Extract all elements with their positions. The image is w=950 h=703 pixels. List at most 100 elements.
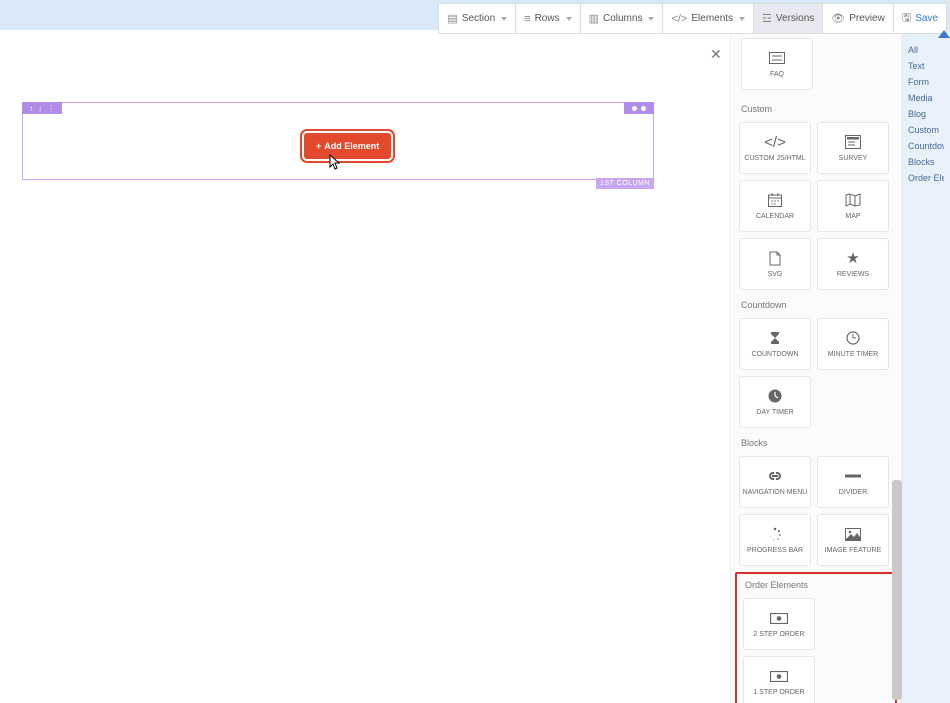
section-icon: ▤ xyxy=(447,12,457,25)
side-link-countdown[interactable]: Countdown xyxy=(908,138,944,154)
drag-icon: ⋮ xyxy=(47,104,55,113)
section-label: Section xyxy=(462,13,495,24)
image-icon xyxy=(845,525,861,543)
file-icon xyxy=(769,249,781,267)
elements-label: Elements xyxy=(691,13,733,24)
clock-icon xyxy=(846,329,860,347)
svg-tile[interactable]: SVG xyxy=(739,238,811,290)
divider-icon xyxy=(845,467,861,485)
rows-label: Rows xyxy=(535,13,560,24)
custom-js-tile[interactable]: </> CUSTOM JS/HTML xyxy=(739,122,811,174)
link-icon xyxy=(767,467,783,485)
scroll-up-indicator xyxy=(938,30,950,38)
map-icon xyxy=(845,191,861,209)
side-link-custom[interactable]: Custom xyxy=(908,122,944,138)
side-link-blog[interactable]: Blog xyxy=(908,106,944,122)
progress-bar-label: PROGRESS BAR xyxy=(747,547,803,555)
arrow-up-icon: ↑ xyxy=(29,104,33,113)
category-sidebar: All Text Form Media Blog Custom Countdow… xyxy=(902,30,950,703)
side-link-media[interactable]: Media xyxy=(908,90,944,106)
calendar-label: CALENDAR xyxy=(756,213,794,221)
faq-label: FAQ xyxy=(770,71,784,79)
day-timer-tile[interactable]: DAY TIMER xyxy=(739,376,811,428)
versions-button[interactable]: ☲ Versions xyxy=(753,3,823,34)
section-handle-right[interactable] xyxy=(624,102,654,114)
minute-timer-tile[interactable]: MINUTE TIMER xyxy=(817,318,889,370)
custom-category-label: Custom xyxy=(741,104,891,114)
custom-js-label: CUSTOM JS/HTML xyxy=(744,155,805,163)
arrow-down-icon: ↓ xyxy=(38,104,42,113)
side-link-blocks[interactable]: Blocks xyxy=(908,154,944,170)
plus-icon: + xyxy=(316,141,321,151)
divider-tile[interactable]: DIVIDER xyxy=(817,456,889,508)
add-element-wrapper: +Add Element xyxy=(304,133,391,159)
save-icon: 🖫 xyxy=(902,9,911,28)
dot-icon xyxy=(641,106,646,111)
two-step-order-tile[interactable]: 2 STEP ORDER xyxy=(743,598,815,650)
divider-label: DIVIDER xyxy=(839,489,867,497)
nav-menu-tile[interactable]: NAVIGATION MENU xyxy=(739,456,811,508)
survey-label: SURVEY xyxy=(839,155,868,163)
order-category-label: Order Elements xyxy=(745,580,887,590)
columns-label: Columns xyxy=(603,13,642,24)
hourglass-icon xyxy=(770,329,780,347)
progress-bar-tile[interactable]: PROGRESS BAR xyxy=(739,514,811,566)
star-icon: ★ xyxy=(846,249,859,267)
two-step-label: 2 STEP ORDER xyxy=(753,631,804,639)
elements-button[interactable]: </> Elements xyxy=(662,3,754,34)
side-link-text[interactable]: Text xyxy=(908,58,944,74)
save-label: Save xyxy=(915,13,938,24)
code-icon: </> xyxy=(764,133,786,151)
countdown-category-label: Countdown xyxy=(741,300,891,310)
side-link-order[interactable]: Order Elements xyxy=(908,170,944,186)
add-element-button[interactable]: +Add Element xyxy=(304,133,391,159)
nav-menu-label: NAVIGATION MENU xyxy=(743,489,808,497)
calendar-icon xyxy=(768,191,782,209)
side-link-all[interactable]: All xyxy=(908,42,944,58)
day-timer-label: DAY TIMER xyxy=(756,409,793,417)
cursor-icon xyxy=(326,154,342,172)
preview-label: Preview xyxy=(849,13,885,24)
rows-button[interactable]: ≡Rows xyxy=(515,3,580,34)
versions-label: Versions xyxy=(776,13,814,24)
close-panel-button[interactable]: ✕ xyxy=(710,46,722,63)
add-element-label: Add Element xyxy=(324,141,379,151)
one-step-label: 1 STEP ORDER xyxy=(753,689,804,697)
section-button[interactable]: ▤ Section xyxy=(438,3,516,34)
faq-icon xyxy=(769,49,785,67)
elements-icon: </> xyxy=(671,13,687,25)
column-label: 1ST COLUMN xyxy=(596,178,654,189)
blocks-category-label: Blocks xyxy=(741,438,891,448)
reviews-label: REVIEWS xyxy=(837,271,869,279)
side-link-form[interactable]: Form xyxy=(908,74,944,90)
money-icon xyxy=(770,609,788,627)
map-tile[interactable]: MAP xyxy=(817,180,889,232)
countdown-tile[interactable]: COUNTDOWN xyxy=(739,318,811,370)
image-feature-tile[interactable]: IMAGE FEATURE xyxy=(817,514,889,566)
image-feature-label: IMAGE FEATURE xyxy=(825,547,882,555)
preview-icon: 👁 xyxy=(831,12,845,25)
versions-icon: ☲ xyxy=(762,12,772,25)
columns-icon: ▥ xyxy=(589,12,599,25)
one-step-order-tile[interactable]: 1 STEP ORDER xyxy=(743,656,815,703)
minute-timer-label: MINUTE TIMER xyxy=(828,351,878,359)
section-handle-left[interactable]: ↑ ↓ ⋮ xyxy=(22,102,62,114)
survey-icon xyxy=(845,133,861,151)
map-label: MAP xyxy=(845,213,860,221)
dot-icon xyxy=(632,106,637,111)
loading-icon xyxy=(768,525,782,543)
money-icon xyxy=(770,667,788,685)
reviews-tile[interactable]: ★ REVIEWS xyxy=(817,238,889,290)
calendar-tile[interactable]: CALENDAR xyxy=(739,180,811,232)
editor-canvas[interactable]: ↑ ↓ ⋮ 1ST COLUMN +Add Element xyxy=(0,38,723,703)
countdown-label: COUNTDOWN xyxy=(751,351,798,359)
order-elements-highlight: Order Elements 2 STEP ORDER 1 STEP ORDER xyxy=(735,572,897,703)
elements-panel: FAQ Custom </> CUSTOM JS/HTML SURVEY CALE… xyxy=(730,30,902,703)
svg-label: SVG xyxy=(768,271,783,279)
clock-solid-icon xyxy=(768,387,782,405)
survey-tile[interactable]: SURVEY xyxy=(817,122,889,174)
faq-tile[interactable]: FAQ xyxy=(741,38,813,90)
scrollbar-thumb[interactable] xyxy=(892,480,902,700)
preview-button[interactable]: 👁 Preview xyxy=(822,3,894,34)
columns-button[interactable]: ▥ Columns xyxy=(580,3,664,34)
